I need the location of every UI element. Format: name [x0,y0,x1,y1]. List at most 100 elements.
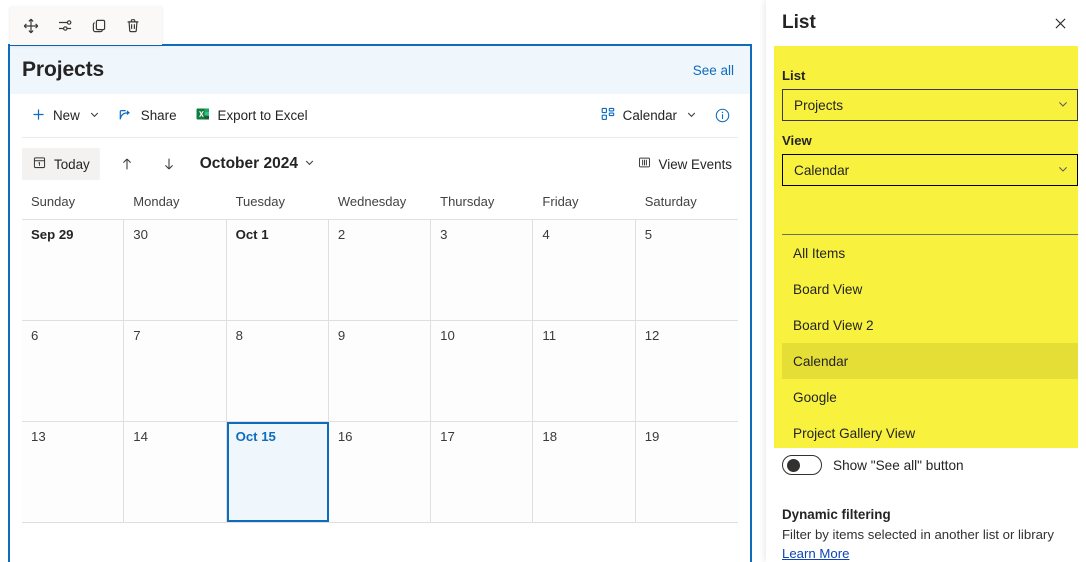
chevron-down-icon [1057,163,1069,178]
chevron-down-icon [686,108,697,123]
list-combobox[interactable]: Projects [782,89,1078,121]
view-combobox-value: Calendar [794,162,850,178]
calendar-day-cell[interactable]: 13 [22,422,125,522]
view-option-calendar[interactable]: Calendar [782,343,1078,379]
toggle-knob [787,458,800,472]
learn-more-link[interactable]: Learn More [782,546,849,561]
info-icon[interactable] [706,100,738,132]
calendar-weekday-header: Sunday Monday Tuesday Wednesday Thursday Frid… [22,190,738,220]
move-handle-icon[interactable] [14,10,48,42]
panel-body: List Projects View Calendar All Items Bo… [766,46,1086,562]
new-button[interactable]: New [22,99,109,133]
calendar-day-number: 14 [133,429,148,444]
calendar-day-cell[interactable]: 16 [328,422,432,522]
events-list-icon [637,155,652,173]
show-see-all-toggle-row: Show "See all" button [782,455,964,475]
next-period-button[interactable] [154,149,184,179]
edit-properties-icon[interactable] [48,10,82,42]
calendar-day-cell[interactable]: 6 [22,321,125,421]
view-combobox[interactable]: Calendar [782,154,1078,186]
calendar-day-cell[interactable]: 2 [328,220,432,320]
share-button[interactable]: Share [109,99,186,133]
command-bar-left: New Share Export to Excel [22,99,317,133]
calendar-day-cell[interactable]: 17 [431,422,534,522]
month-picker[interactable]: October 2024 [200,155,315,173]
calendar-day-cell[interactable]: 7 [124,321,227,421]
export-to-excel-button[interactable]: Export to Excel [186,99,317,133]
projects-webpart[interactable]: Projects See all New Share Export to Exc… [8,44,752,562]
dynamic-filtering-title: Dynamic filtering [782,507,891,522]
excel-icon [195,106,211,125]
view-option-project-gallery-view[interactable]: Project Gallery View [782,415,1078,451]
calendar-weekday-tuesday: Tuesday [235,194,285,209]
calendar-day-cell[interactable]: 19 [635,422,738,522]
calendar-day-number: 17 [440,429,455,444]
view-option-all-items[interactable]: All Items [782,235,1078,271]
calendar-weekday-thursday: Thursday [440,194,495,209]
calendar-day-cell[interactable]: 12 [635,321,738,421]
view-field-label: View [782,133,812,148]
calendar-day-number: 2 [337,227,346,242]
calendar-day-number: 19 [644,429,660,444]
show-see-all-toggle[interactable] [782,455,822,475]
calendar-day-cell-selected[interactable]: Oct 15 [226,422,329,522]
previous-period-button[interactable] [112,149,142,179]
calendar-weekday-wednesday: Wednesday [337,194,407,209]
calendar-week-row: Sep 29 30 Oct 1 2 3 4 5 [22,220,738,321]
chevron-down-icon [304,155,315,173]
share-label: Share [140,108,177,123]
calendar-day-number: 12 [644,328,660,343]
calendar-day-cell[interactable]: 10 [431,321,534,421]
view-option-board-view-2[interactable]: Board View 2 [782,307,1078,343]
view-option-board-view[interactable]: Board View [782,271,1078,307]
page-root: Projects See all New Share Export to Exc… [0,0,1086,562]
duplicate-icon[interactable] [82,10,116,42]
chevron-down-icon [89,108,100,123]
calendar-day-cell[interactable]: Sep 29 [22,220,125,320]
calendar-day-cell[interactable]: 30 [124,220,227,320]
calendar-day-cell[interactable]: 9 [328,321,432,421]
calendar-day-number: 8 [235,328,243,343]
month-label: October 2024 [199,155,298,172]
see-all-link[interactable]: See all [693,63,734,78]
calendar-day-cell[interactable]: 11 [533,321,636,421]
delete-icon[interactable] [116,10,150,42]
view-events-label: View Events [658,156,732,172]
calendar-day-cell[interactable]: Oct 1 [226,220,329,320]
calendar-day-cell[interactable]: 5 [635,220,738,320]
calendar-day-cell[interactable]: 14 [124,422,227,522]
list-combobox-value: Projects [794,97,844,113]
command-bar: New Share Export to Excel Calendar [22,94,738,138]
calendar-week-row: 6 7 8 9 10 11 12 [22,321,738,422]
calendar-day-number: 16 [337,429,353,444]
calendar-weekday-saturday: Saturday [644,194,697,209]
view-option-google[interactable]: Google [782,379,1078,415]
calendar-grid: Sunday Monday Tuesday Wednesday Thursday Frid… [22,190,738,523]
calendar-weekday-sunday: Sunday [31,194,76,209]
calendar-weeks: Sep 29 30 Oct 1 2 3 4 5 6 7 8 9 10 11 12 13 14 Oct 15 16 1… [22,220,738,523]
calendar-day-number: 18 [542,429,558,444]
calendar-day-number: 30 [133,227,148,242]
calendar-day-cell[interactable]: 3 [431,220,534,320]
view-events-button[interactable]: View Events [631,148,738,180]
calendar-day-number: 5 [644,227,653,242]
panel-title: List [782,12,816,33]
calendar-day-cell[interactable]: 8 [226,321,329,421]
view-switcher-label: Calendar [622,108,677,123]
close-icon[interactable] [1044,7,1076,39]
plus-icon [31,107,46,125]
view-options-dropdown: All Items Board View Board View 2 Calendar G… [782,234,1078,451]
calendar-day-number: Oct 1 [235,227,269,242]
date-navigation-bar: Today October 2024 View Events [22,138,738,190]
calendar-week-row: 13 14 Oct 15 16 17 18 19 [22,422,738,523]
calendar-day-cell[interactable]: 4 [533,220,636,320]
calendar-day-cell[interactable]: 18 [533,422,636,522]
calendar-weekday-monday: Monday [133,194,180,209]
calendar-day-icon [32,155,47,173]
chevron-down-icon [1057,98,1069,113]
calendar-day-number: 3 [440,227,448,242]
export-label: Export to Excel [217,108,308,123]
command-bar-right: Calendar [591,99,738,133]
view-switcher-button[interactable]: Calendar [591,99,706,133]
today-button[interactable]: Today [22,148,100,180]
